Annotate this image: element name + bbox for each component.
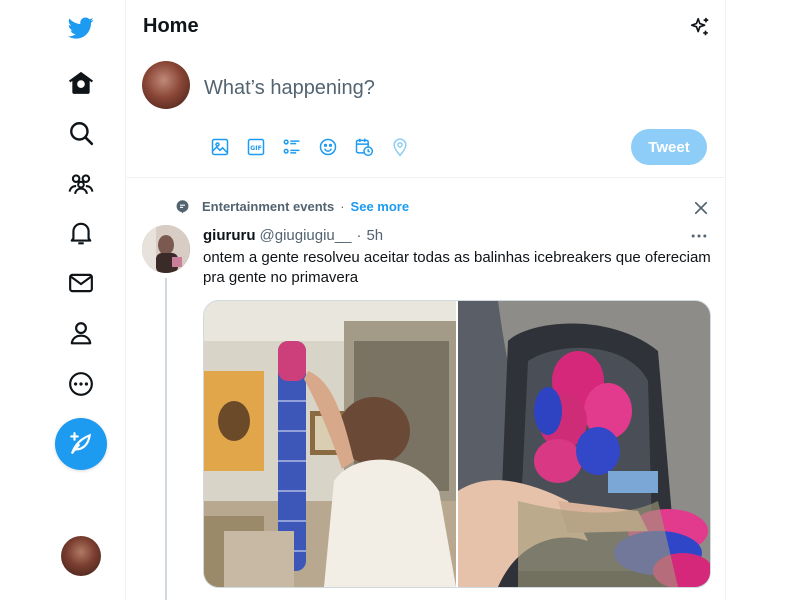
- composer-avatar[interactable]: [142, 61, 190, 109]
- image-icon[interactable]: [202, 133, 238, 161]
- timeline-header: Home: [126, 0, 725, 53]
- profile-icon[interactable]: [56, 308, 106, 358]
- location-icon[interactable]: [382, 133, 418, 161]
- messages-envelope-icon[interactable]: [56, 258, 106, 308]
- home-icon[interactable]: [56, 58, 106, 108]
- schedule-icon[interactable]: [346, 133, 382, 161]
- compose-feather-icon: [68, 431, 94, 457]
- account-avatar[interactable]: [61, 536, 101, 576]
- tweet-context: Entertainment events · See more: [174, 198, 409, 214]
- tweet-card[interactable]: Entertainment events · See more giururu …: [126, 178, 725, 600]
- tweet-photo-stack[interactable]: [204, 301, 456, 587]
- author-handle[interactable]: @giugiugiu__: [260, 227, 352, 244]
- tweet-media-grid: [203, 300, 711, 588]
- timeline-column: Home GIF Tweet: [125, 0, 726, 600]
- tweet-photo-bag[interactable]: [458, 301, 710, 587]
- composer-toolbar: GIF: [202, 133, 418, 161]
- topic-icon: [174, 198, 190, 214]
- tweet-composer: GIF Tweet: [126, 53, 725, 178]
- more-circle-icon[interactable]: [56, 359, 106, 409]
- tweet-author: giururu @giugiugiu__ · 5h: [203, 227, 383, 244]
- tweet-timestamp[interactable]: 5h: [366, 227, 383, 244]
- twitter-logo-icon[interactable]: [56, 3, 106, 53]
- sparkle-icon[interactable]: [687, 14, 713, 40]
- svg-text:GIF: GIF: [250, 145, 262, 152]
- page-title: Home: [143, 15, 199, 37]
- gif-icon[interactable]: GIF: [238, 133, 274, 161]
- notifications-bell-icon[interactable]: [56, 208, 106, 258]
- compose-input[interactable]: [204, 73, 684, 103]
- context-separator: ·: [340, 198, 345, 214]
- see-more-link[interactable]: See more: [351, 199, 410, 214]
- more-options-icon[interactable]: [688, 226, 710, 246]
- compose-tweet-button[interactable]: [55, 418, 107, 470]
- tweet-button[interactable]: Tweet: [631, 129, 707, 165]
- close-icon[interactable]: [690, 197, 712, 219]
- communities-icon[interactable]: [56, 158, 106, 208]
- thread-line: [165, 278, 167, 600]
- topic-label[interactable]: Entertainment events: [202, 199, 334, 214]
- author-avatar[interactable]: [142, 225, 190, 273]
- tweet-text: ontem a gente resolveu aceitar todas as …: [203, 249, 711, 286]
- side-navigation: [0, 0, 126, 600]
- author-name[interactable]: giururu: [203, 227, 256, 244]
- explore-search-icon[interactable]: [56, 108, 106, 158]
- emoji-icon[interactable]: [310, 133, 346, 161]
- meta-separator: ·: [356, 227, 362, 244]
- poll-icon[interactable]: [274, 133, 310, 161]
